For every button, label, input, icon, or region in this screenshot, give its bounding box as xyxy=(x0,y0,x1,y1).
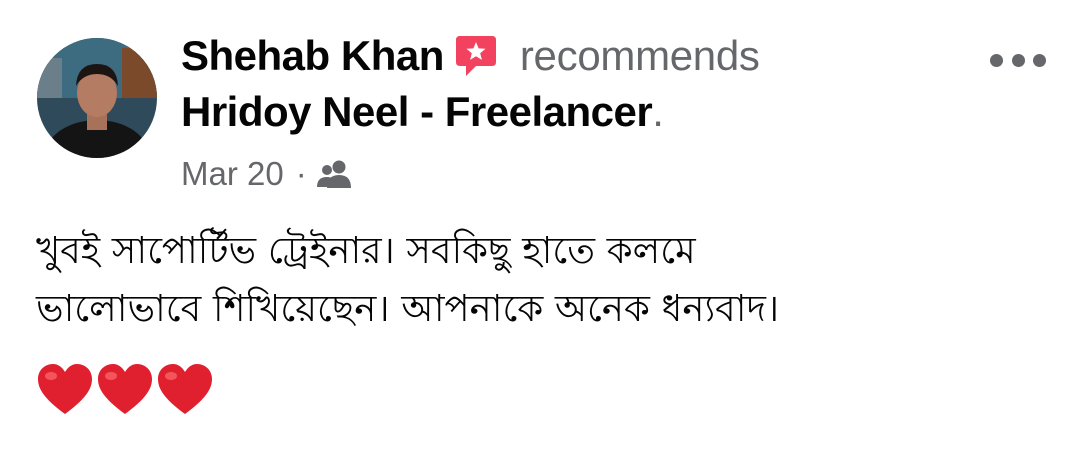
more-options-icon[interactable] xyxy=(990,50,1046,70)
heart-icon xyxy=(98,364,152,414)
recommendation-post: Shehab Khan recommends Hridoy Neel - Fre… xyxy=(0,0,1080,464)
heart-icon xyxy=(38,364,92,414)
post-body: খুবই সাপোর্টিভ ট্রেইনার। সবকিছু হাতে কলম… xyxy=(36,222,1046,338)
page-name-period: . xyxy=(652,88,664,135)
recommends-label: recommends xyxy=(519,32,760,79)
author-avatar[interactable] xyxy=(37,38,157,158)
more-dot xyxy=(1033,53,1046,67)
author-name[interactable]: Shehab Khan xyxy=(181,32,444,80)
post-meta: Mar 20 · xyxy=(181,152,353,196)
recommended-page-name[interactable]: Hridoy Neel - Freelancer xyxy=(181,88,653,136)
heart-icon xyxy=(158,364,212,414)
more-dot xyxy=(990,53,1003,67)
friends-icon xyxy=(316,159,353,189)
post-body-line: খুবই সাপোর্টিভ ট্রেইনার। সবকিছু হাতে কলম… xyxy=(36,229,696,272)
more-dot xyxy=(1011,53,1025,67)
heart-emojis xyxy=(36,362,214,416)
meta-separator: · xyxy=(295,155,307,192)
recommend-star-icon xyxy=(454,32,498,80)
post-body-line: ভালোভাবে শিখিয়েছেন। আপনাকে অনেক ধন্যবাদ… xyxy=(36,287,780,330)
post-date[interactable]: Mar 20 xyxy=(181,155,284,193)
